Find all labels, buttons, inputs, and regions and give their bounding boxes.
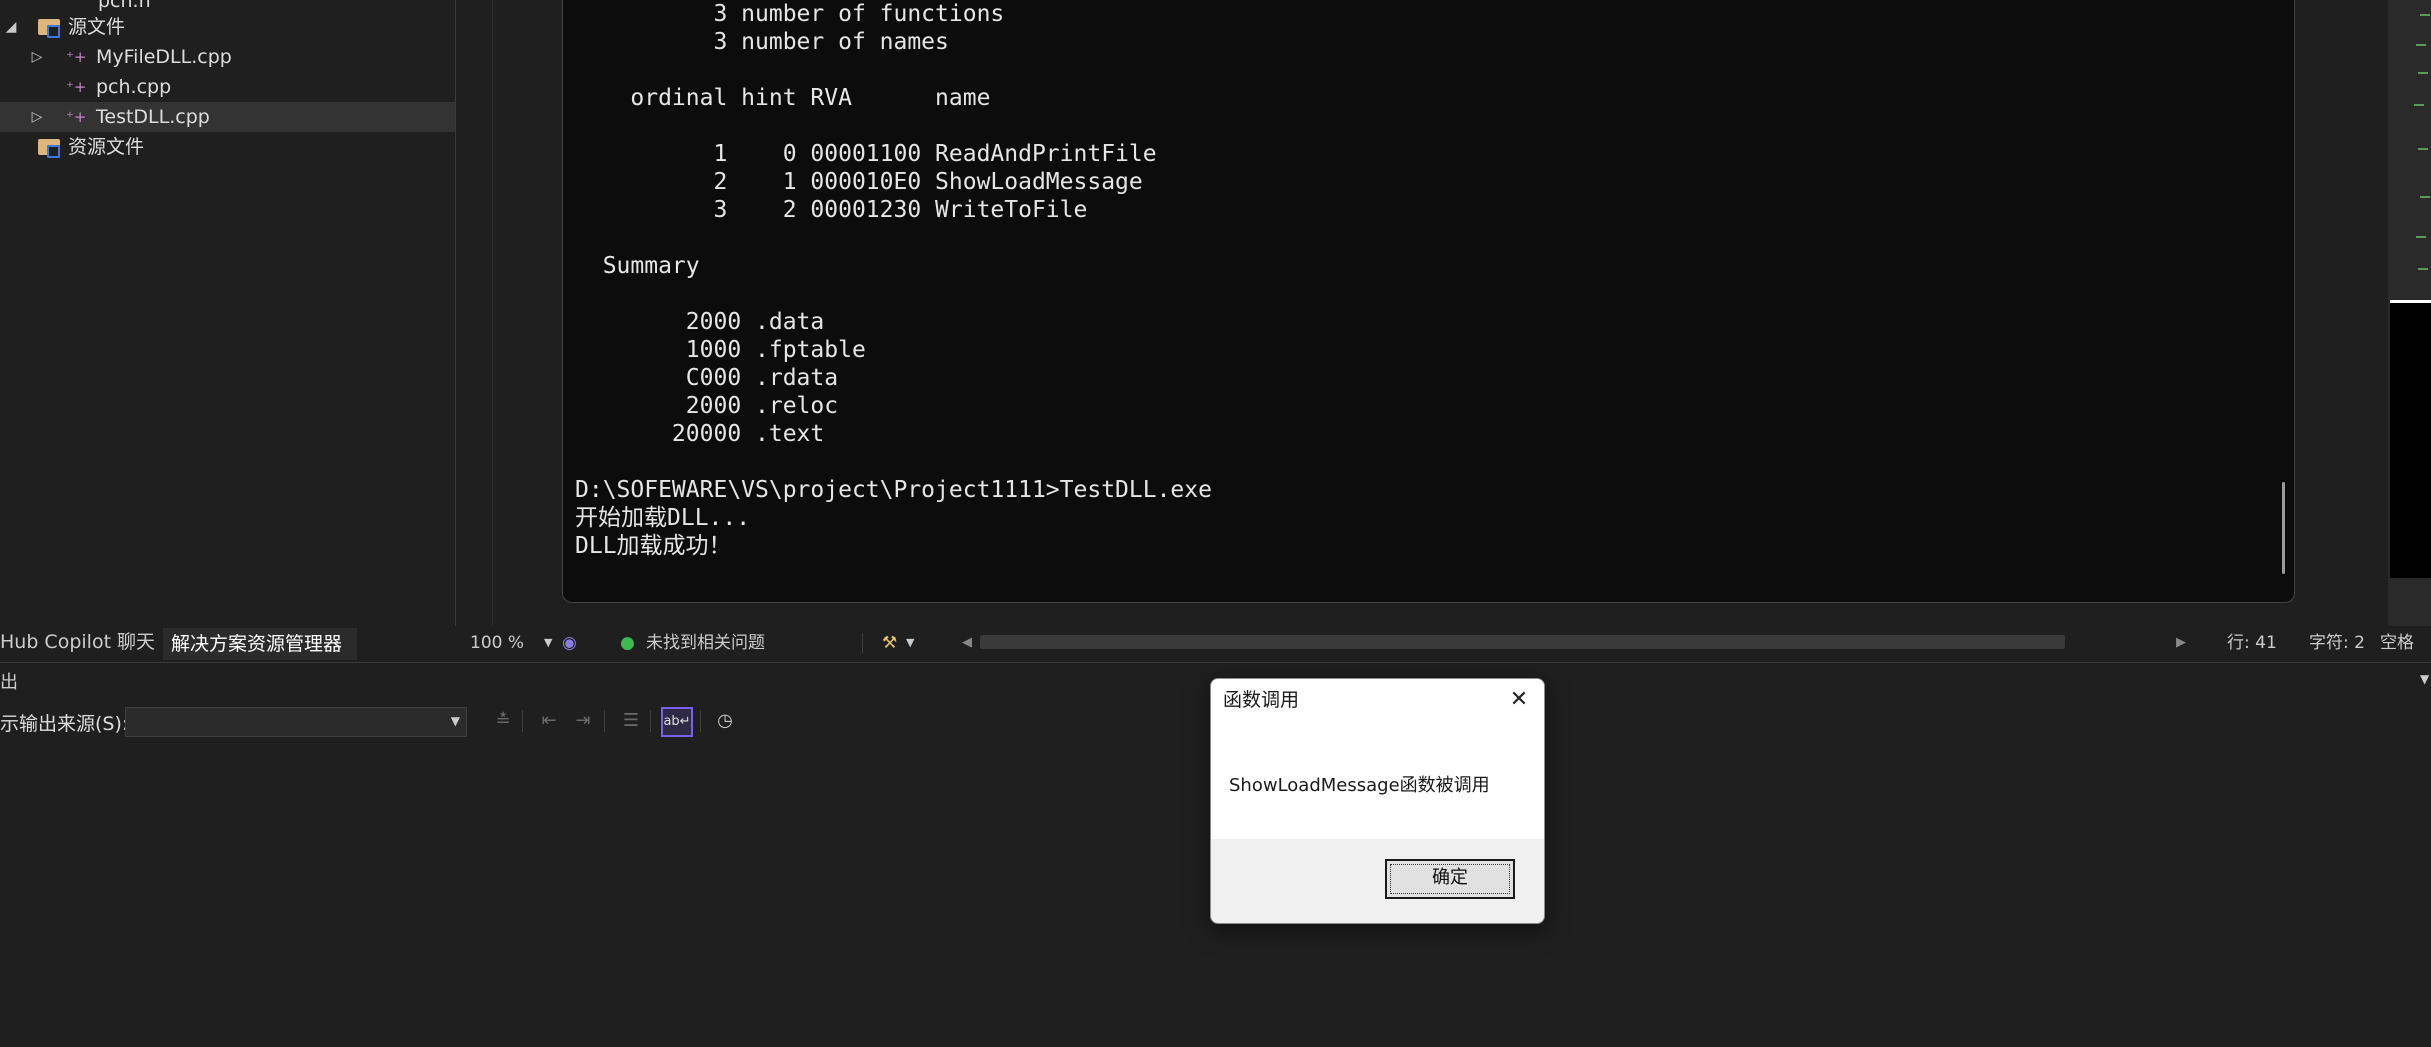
tree-item-pch-cpp[interactable]: ⁺+ pch.cpp <box>0 72 455 102</box>
tree-item-myfiledll-cpp[interactable]: ▷ ⁺+ MyFileDLL.cpp <box>0 42 455 72</box>
minimap-change-marker <box>2414 104 2424 106</box>
ok-button[interactable]: 确定 <box>1385 859 1515 899</box>
status-divider <box>862 633 863 653</box>
dialog-title: 函数调用 <box>1223 689 1300 711</box>
check-circle-icon: ● <box>620 633 635 653</box>
minimap-change-marker <box>2418 148 2428 150</box>
filter-folder-icon <box>38 139 60 158</box>
filter-folder-icon <box>38 19 60 38</box>
zoom-dropdown-icon[interactable]: ▼ <box>544 628 552 658</box>
clear-all-icon[interactable]: ☰ <box>618 708 644 734</box>
editor-gutter-divider <box>492 0 493 626</box>
tree-item-testdll-cpp[interactable]: ▷ ⁺+ TestDLL.cpp <box>0 102 455 132</box>
chevron-right-icon[interactable]: ▷ <box>30 102 44 132</box>
chevron-down-icon: ▼ <box>450 714 460 728</box>
char-number[interactable]: 字符: 2 <box>2309 628 2365 658</box>
code-cleanup-icon[interactable]: ⚒ <box>882 628 897 658</box>
tree-item-label: MyFileDLL.cpp <box>96 46 232 68</box>
tree-item-label: 资源文件 <box>68 136 145 158</box>
dialog-titlebar: 函数调用 ✕ <box>1211 679 1544 721</box>
clock-icon[interactable]: ◷ <box>712 708 738 734</box>
console-window[interactable]: 3 number of functions 3 number of names … <box>562 0 2295 603</box>
horizontal-scrollbar-thumb[interactable] <box>980 635 2065 649</box>
tree-item-label: 源文件 <box>68 16 126 38</box>
cpp-file-icon: ⁺+ <box>66 108 87 126</box>
minimap-change-marker <box>2416 44 2426 46</box>
word-wrap-toggle-icon[interactable]: ab↵ <box>661 707 693 737</box>
tool-window-tabs: Hub Copilot 聊天 解决方案资源管理器 <box>0 626 455 660</box>
toolbar-divider <box>522 710 523 732</box>
minimap-change-marker <box>2420 196 2430 198</box>
tab-copilot-chat[interactable]: Hub Copilot 聊天 <box>0 626 160 658</box>
console-output-text: 3 number of functions 3 number of names … <box>575 1 1212 559</box>
tree-item-source-files[interactable]: ◢ 源文件 <box>0 12 455 42</box>
dialog-message: ShowLoadMessage函数被调用 <box>1229 775 1490 796</box>
cpp-file-icon: ⁺+ <box>66 48 87 66</box>
panel-menu-icon[interactable]: ▼ <box>2420 672 2429 686</box>
tree-item-resource-files[interactable]: 资源文件 <box>0 132 455 162</box>
line-number[interactable]: 行: 41 <box>2227 628 2277 658</box>
chevron-right-icon[interactable]: ▷ <box>30 42 44 72</box>
whitespace-mode[interactable]: 空格 <box>2380 628 2414 658</box>
toolbar-divider <box>650 710 651 732</box>
console-scrollbar-thumb[interactable] <box>2282 482 2285 574</box>
message-box-dialog: 函数调用 ✕ ShowLoadMessage函数被调用 确定 <box>1210 678 1545 924</box>
tree-item-label: TestDLL.cpp <box>96 106 210 128</box>
find-message-icon[interactable]: ≛ <box>490 708 516 734</box>
tree-item-label: pch.cpp <box>96 76 172 98</box>
scroll-left-icon[interactable]: ◀ <box>962 628 972 658</box>
output-source-label: 示输出来源(S): <box>0 713 129 735</box>
minimap-change-marker <box>2416 236 2426 238</box>
toolbar-divider <box>700 710 701 732</box>
output-source-select[interactable]: ▼ <box>125 707 467 737</box>
dialog-body: ShowLoadMessage函数被调用 <box>1211 721 1544 839</box>
minimap-change-marker <box>2418 268 2428 270</box>
zoom-level[interactable]: 100 % <box>470 628 524 658</box>
close-icon[interactable]: ✕ <box>1504 685 1534 715</box>
minimap-change-marker <box>2418 72 2428 74</box>
minimap-viewport[interactable] <box>2390 300 2431 578</box>
output-panel-title: 出 <box>0 672 18 693</box>
solution-explorer-panel: pch.h ◢ 源文件 ▷ ⁺+ MyFileDLL.cpp ⁺+ pch.cp… <box>0 0 456 626</box>
previous-message-icon[interactable]: ⇤ <box>536 708 562 734</box>
next-message-icon[interactable]: ⇥ <box>570 708 596 734</box>
cpp-file-icon: ⁺+ <box>66 78 87 96</box>
chevron-down-icon[interactable]: ◢ <box>4 12 18 42</box>
issues-status[interactable]: 未找到相关问题 <box>646 628 765 658</box>
tab-solution-explorer[interactable]: 解决方案资源管理器 <box>163 626 357 660</box>
cleanup-dropdown-icon[interactable]: ▼ <box>906 628 914 658</box>
copilot-icon[interactable]: ◉ <box>562 628 577 658</box>
minimap-change-marker <box>2420 14 2430 16</box>
scroll-right-icon[interactable]: ▶ <box>2176 628 2186 658</box>
toolbar-divider <box>604 710 605 732</box>
